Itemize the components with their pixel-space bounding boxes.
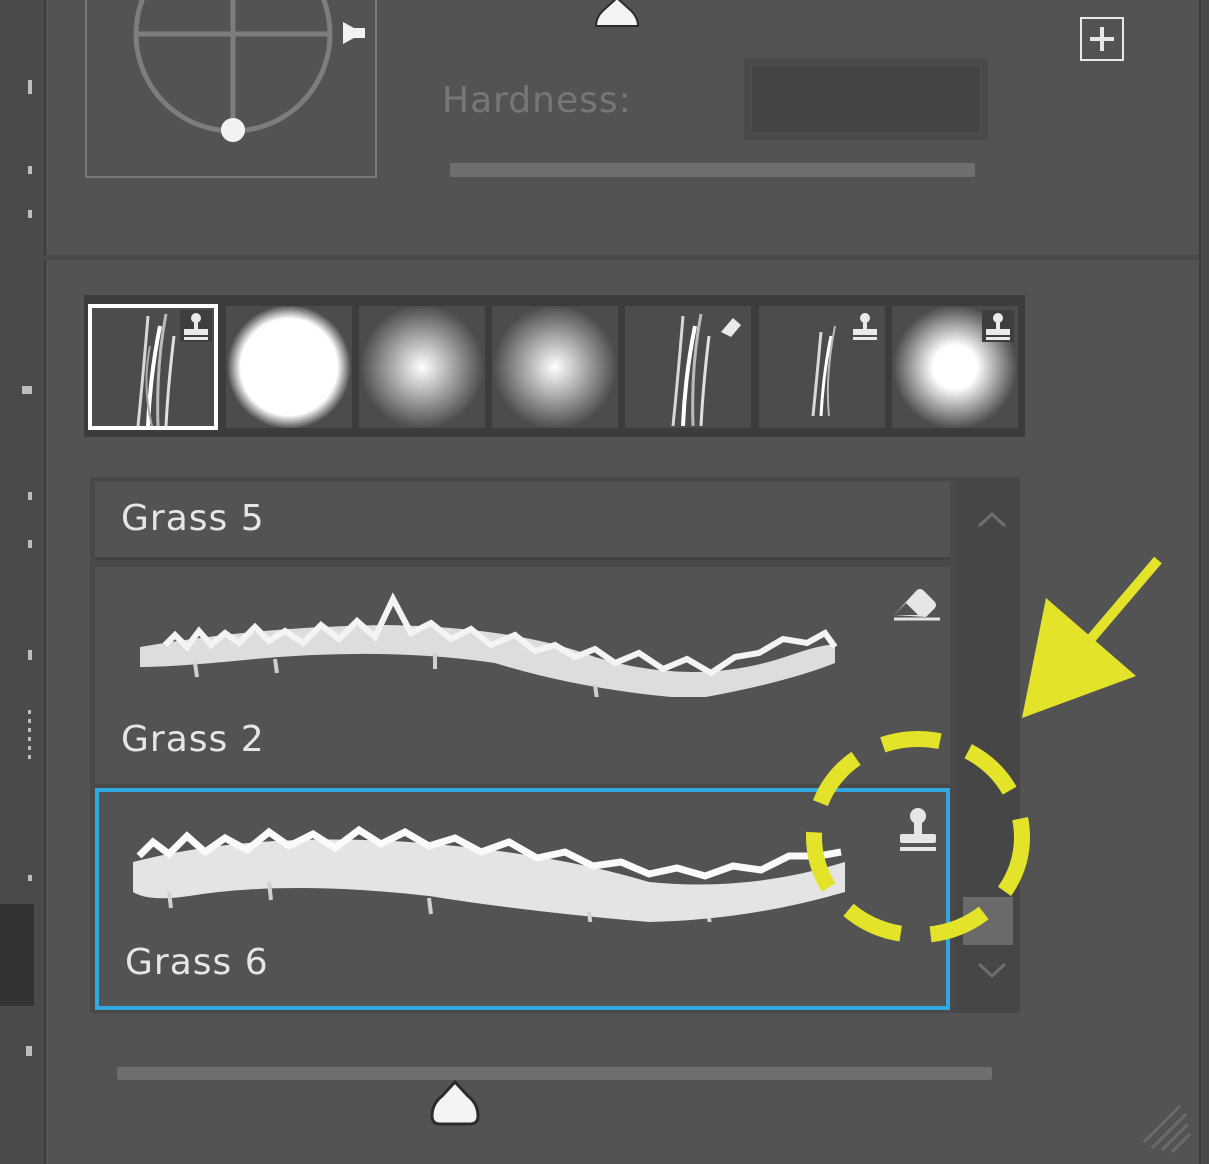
preset-thumb-5[interactable] xyxy=(625,306,751,428)
stamp-icon xyxy=(184,313,208,340)
strip-tick xyxy=(28,210,32,218)
chevron-up-icon[interactable] xyxy=(975,508,1009,532)
brush-name: Grass 6 xyxy=(125,942,269,983)
strip-tick xyxy=(26,1046,32,1056)
strip-tick xyxy=(28,875,32,881)
strip-tick xyxy=(28,166,32,174)
section-divider xyxy=(44,255,1199,260)
angle-roundness-icon xyxy=(133,0,365,142)
new-preset-button[interactable] xyxy=(1080,17,1124,61)
preset-thumb-3[interactable] xyxy=(359,306,485,428)
strip-tick xyxy=(28,650,32,660)
annotation-arrow-icon xyxy=(1022,556,1162,718)
resize-grip-icon[interactable] xyxy=(1140,1102,1192,1154)
preset-badge xyxy=(715,310,747,342)
right-edge-strip xyxy=(1199,0,1209,1164)
chevron-down-icon[interactable] xyxy=(975,958,1009,982)
hard-round-brush-icon xyxy=(227,306,351,428)
stamp-icon xyxy=(986,313,1010,340)
preset-badge xyxy=(982,310,1014,342)
brush-angle-widget[interactable] xyxy=(85,0,377,178)
eraser-icon xyxy=(721,318,741,337)
brush-stroke-preview xyxy=(140,592,838,697)
brush-list-item-selected[interactable]: Grass 6 xyxy=(95,788,950,1010)
brush-name: Grass 2 xyxy=(121,719,265,760)
strip-tick xyxy=(28,80,32,94)
hardness-label: Hardness: xyxy=(442,80,632,121)
hardness-slider[interactable] xyxy=(450,163,975,177)
preset-thumb-1[interactable] xyxy=(88,304,218,430)
strip-tick xyxy=(28,492,32,500)
brush-list-item[interactable]: Grass 2 xyxy=(95,567,950,784)
strip-tick xyxy=(22,386,32,394)
brush-name: Grass 5 xyxy=(121,498,265,539)
strip-tick xyxy=(28,540,32,548)
preset-badge xyxy=(180,310,212,342)
brush-list-item[interactable]: Grass 5 xyxy=(95,482,950,560)
left-dock-block xyxy=(0,904,34,1006)
eraser-icon xyxy=(894,589,940,621)
stamp-icon xyxy=(900,808,936,851)
slider-handle-icon[interactable] xyxy=(428,1076,482,1128)
soft-round-brush-icon xyxy=(360,306,484,428)
size-slider[interactable] xyxy=(117,1067,992,1080)
hardness-input[interactable] xyxy=(744,58,988,140)
preset-badge xyxy=(849,310,881,342)
preset-thumb-4[interactable] xyxy=(492,306,618,428)
strip-dotted-tick xyxy=(28,710,31,764)
scrollbar-thumb[interactable] xyxy=(963,897,1013,945)
plus-icon xyxy=(1090,27,1114,51)
preset-thumb-2[interactable] xyxy=(226,306,352,428)
soft-round-brush-icon xyxy=(493,306,617,428)
slider-handle-icon[interactable] xyxy=(590,0,644,32)
brush-stroke-preview xyxy=(133,825,845,922)
preset-thumb-7[interactable] xyxy=(892,306,1018,428)
preset-thumb-6[interactable] xyxy=(759,306,885,428)
stamp-icon xyxy=(853,313,877,340)
